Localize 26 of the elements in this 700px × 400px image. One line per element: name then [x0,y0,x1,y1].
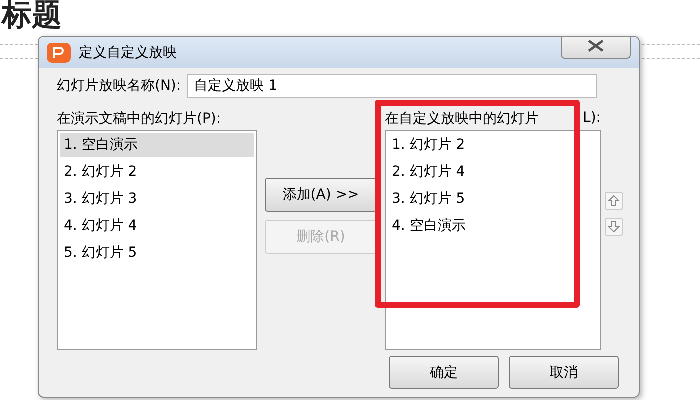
close-icon [587,40,605,52]
name-field[interactable]: 自定义放映 1 [187,74,597,98]
add-button[interactable]: 添加(A) >> [265,178,377,212]
close-button[interactable] [561,37,631,58]
list-item[interactable]: 2. 幻灯片 2 [60,160,254,184]
list-label: 在演示文稿中的幻灯片(P): [57,110,222,128]
app-logo-icon [47,42,71,62]
list-item[interactable]: 4. 空白演示 [388,214,598,238]
field-label: 幻灯片放映名称(N): [57,77,182,95]
dialog-button[interactable]: 确定 [389,356,499,389]
dialog-button[interactable]: 取消 [509,356,619,389]
list-item[interactable]: 3. 幻灯片 3 [60,187,254,211]
up-arrow-icon [608,195,620,207]
move-down-button[interactable] [605,218,623,236]
list-item[interactable]: 4. 幻灯片 4 [60,214,254,238]
list-item[interactable]: 5. 幻灯片 5 [60,241,254,265]
list-item[interactable]: 2. 幻灯片 4 [388,160,598,184]
list-item[interactable]: 1. 空白演示 [60,133,254,157]
move-up-button[interactable] [605,192,623,210]
list-item[interactable]: 1. 幻灯片 2 [388,133,598,157]
list-label: L): [583,110,601,128]
list-item[interactable]: 3. 幻灯片 5 [388,187,598,211]
down-arrow-icon [608,221,620,233]
list-label: 在自定义放映中的幻灯片 [385,110,539,128]
window-title: 定义自定义放映 [79,44,178,62]
slide-title: 标题 [2,1,62,31]
